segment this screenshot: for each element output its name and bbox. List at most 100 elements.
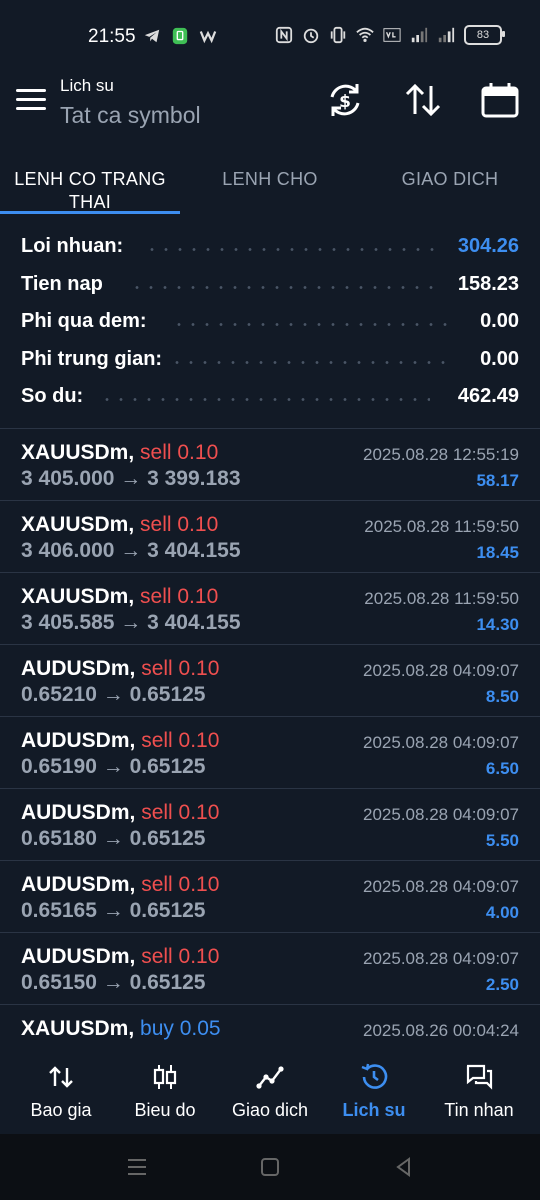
svg-text:$: $ (339, 92, 351, 112)
summary-value: 0.00 (480, 310, 519, 332)
tab-lenh-co-trang-thai[interactable]: LENH CO TRANG THAI (10, 168, 170, 214)
leader-dots (130, 285, 435, 289)
summary-label: So du: (21, 385, 84, 407)
leader-dots (170, 360, 455, 364)
home-icon[interactable] (259, 1156, 281, 1178)
nfc-icon (275, 26, 293, 44)
trade-time: 2025.08.28 04:09:07 (363, 949, 519, 968)
symbol-filter[interactable]: Tat ca symbol (60, 102, 201, 129)
trade-symbol: AUDUSDm, (21, 873, 136, 896)
tab-lenh-cho[interactable]: LENH CHO (190, 168, 350, 191)
trade-prices: 0.65165 → 0.65125 (21, 899, 206, 922)
trade-row[interactable]: AUDUSDm, sell 0.10 0.65165 → 0.65125 202… (0, 860, 540, 932)
trade-row[interactable]: AUDUSDm, sell 0.10 0.65210 → 0.65125 202… (0, 644, 540, 716)
trade-row[interactable]: AUDUSDm, sell 0.10 0.65180 → 0.65125 202… (0, 788, 540, 860)
status-time: 21:55 (88, 26, 136, 47)
trade-row[interactable]: XAUUSDm, sell 0.10 3 406.000 → 3 404.155… (0, 500, 540, 572)
trade-prices: 0.65180 → 0.65125 (21, 827, 206, 850)
trade-icon (256, 1066, 284, 1089)
history-icon (361, 1063, 388, 1089)
trade-side: buy 0.05 (140, 1017, 221, 1040)
summary-label: Phi qua dem: (21, 310, 147, 332)
status-notification-icons (143, 27, 217, 45)
trade-profit: 8.50 (485, 687, 519, 706)
trade-side: sell 0.10 (141, 657, 220, 680)
trade-profit: 58.17 (476, 471, 519, 490)
summary-label: Phi trung gian: (21, 347, 163, 370)
page-title: Lich su (60, 76, 114, 95)
trade-symbol: AUDUSDm, (21, 657, 136, 680)
battery-indicator: 83 (464, 25, 505, 45)
trade-side: sell 0.10 (140, 441, 219, 464)
bottom-navigation: Bao gia Bieu do Giao dich Lich su Tin nh… (0, 1042, 540, 1134)
trade-prices: 3 406.000 → 3 404.155 (21, 539, 241, 562)
trade-symbol: AUDUSDm, (21, 729, 136, 752)
nav-bieu-do[interactable]: Bieu do (111, 1062, 219, 1121)
leader-dots (100, 398, 430, 401)
trade-row[interactable]: AUDUSDm, sell 0.10 0.65150 → 0.65125 202… (0, 932, 540, 1004)
trade-profit: 6.50 (485, 759, 519, 778)
summary-label: Tien nap (21, 272, 103, 295)
trade-symbol: XAUUSDm, (21, 441, 135, 464)
nav-label: Tin nhan (444, 1100, 514, 1120)
trade-profit: 18.45 (476, 543, 519, 562)
calendar-icon[interactable] (478, 78, 522, 122)
trade-symbol: XAUUSDm, (21, 585, 135, 608)
summary-value: 158.23 (457, 272, 519, 295)
trade-row[interactable]: XAUUSDm, sell 0.10 3 405.585 → 3 404.155… (0, 572, 540, 644)
trade-time: 2025.08.28 11:59:50 (364, 589, 519, 608)
summary-label: Loi nhuan: (21, 235, 124, 257)
trade-row[interactable]: XAUUSDm, sell 0.10 3 405.000 → 3 399.183… (0, 428, 540, 500)
tab-bar: LENH CO TRANG THAI LENH CHO GIAO DICH (0, 160, 540, 216)
trade-side: sell 0.10 (140, 585, 219, 608)
trade-symbol: AUDUSDm, (21, 945, 136, 968)
nav-tin-nhan[interactable]: Tin nhan (425, 1062, 533, 1121)
summary-row-balance: So du: 462.49 (0, 377, 540, 415)
summary-row-commission: Phi trung gian: 0.00 (0, 340, 540, 378)
alarm-icon (303, 28, 319, 44)
tab-giao-dich[interactable]: GIAO DICH (370, 168, 530, 191)
trade-history-list: XAUUSDm, sell 0.10 3 405.000 → 3 399.183… (0, 428, 540, 1076)
trade-time: 2025.08.28 04:09:07 (363, 661, 519, 680)
trade-profit: 2.50 (485, 975, 519, 994)
messages-icon (466, 1064, 493, 1090)
trade-profit: 14.30 (476, 615, 519, 634)
trade-symbol: AUDUSDm, (21, 801, 136, 824)
summary-value: 0.00 (480, 347, 519, 370)
trade-symbol: XAUUSDm, (21, 1017, 135, 1040)
wifi-icon (356, 27, 374, 43)
app-bar: Lich su Tat ca symbol $ (0, 72, 540, 152)
trade-row[interactable]: AUDUSDm, sell 0.10 0.65190 → 0.65125 202… (0, 716, 540, 788)
chart-icon (153, 1065, 177, 1089)
nav-giao-dich[interactable]: Giao dich (216, 1062, 324, 1121)
summary-row-profit: Loi nhuan: 304.26 (0, 227, 540, 265)
app-notification-icon (172, 27, 188, 45)
leader-dots (145, 248, 435, 251)
status-bar: 21:55 83 (0, 0, 540, 72)
trade-prices: 0.65150 → 0.65125 (21, 971, 206, 994)
trade-time: 2025.08.28 04:09:07 (363, 733, 519, 752)
recent-apps-icon[interactable] (126, 1156, 148, 1178)
volte-icon (383, 28, 401, 42)
nav-bao-gia[interactable]: Bao gia (7, 1062, 115, 1121)
telegram-icon (144, 29, 160, 43)
trade-time: 2025.08.28 04:09:07 (363, 805, 519, 824)
system-navigation-bar (0, 1134, 540, 1200)
nav-lich-su[interactable]: Lich su (320, 1062, 428, 1121)
nav-label: Bieu do (134, 1100, 196, 1120)
back-icon[interactable] (393, 1156, 415, 1178)
summary-row-swap: Phi qua dem: 0.00 (0, 302, 540, 340)
signal-icon-2 (438, 27, 455, 43)
nav-label: Giao dich (231, 1100, 309, 1120)
menu-button[interactable] (16, 89, 46, 113)
trade-prices: 0.65190 → 0.65125 (21, 755, 206, 778)
trade-prices: 0.65210 → 0.65125 (21, 683, 206, 706)
summary-row-deposit: Tien nap 158.23 (0, 265, 540, 303)
trade-profit: 5.50 (485, 831, 519, 850)
trade-side: sell 0.10 (141, 945, 220, 968)
trade-side: sell 0.10 (141, 873, 220, 896)
sync-currency-icon[interactable]: $ (323, 78, 367, 122)
trade-side: sell 0.10 (140, 513, 219, 536)
status-system-icons: 83 (275, 25, 505, 45)
sort-icon[interactable] (401, 78, 445, 122)
